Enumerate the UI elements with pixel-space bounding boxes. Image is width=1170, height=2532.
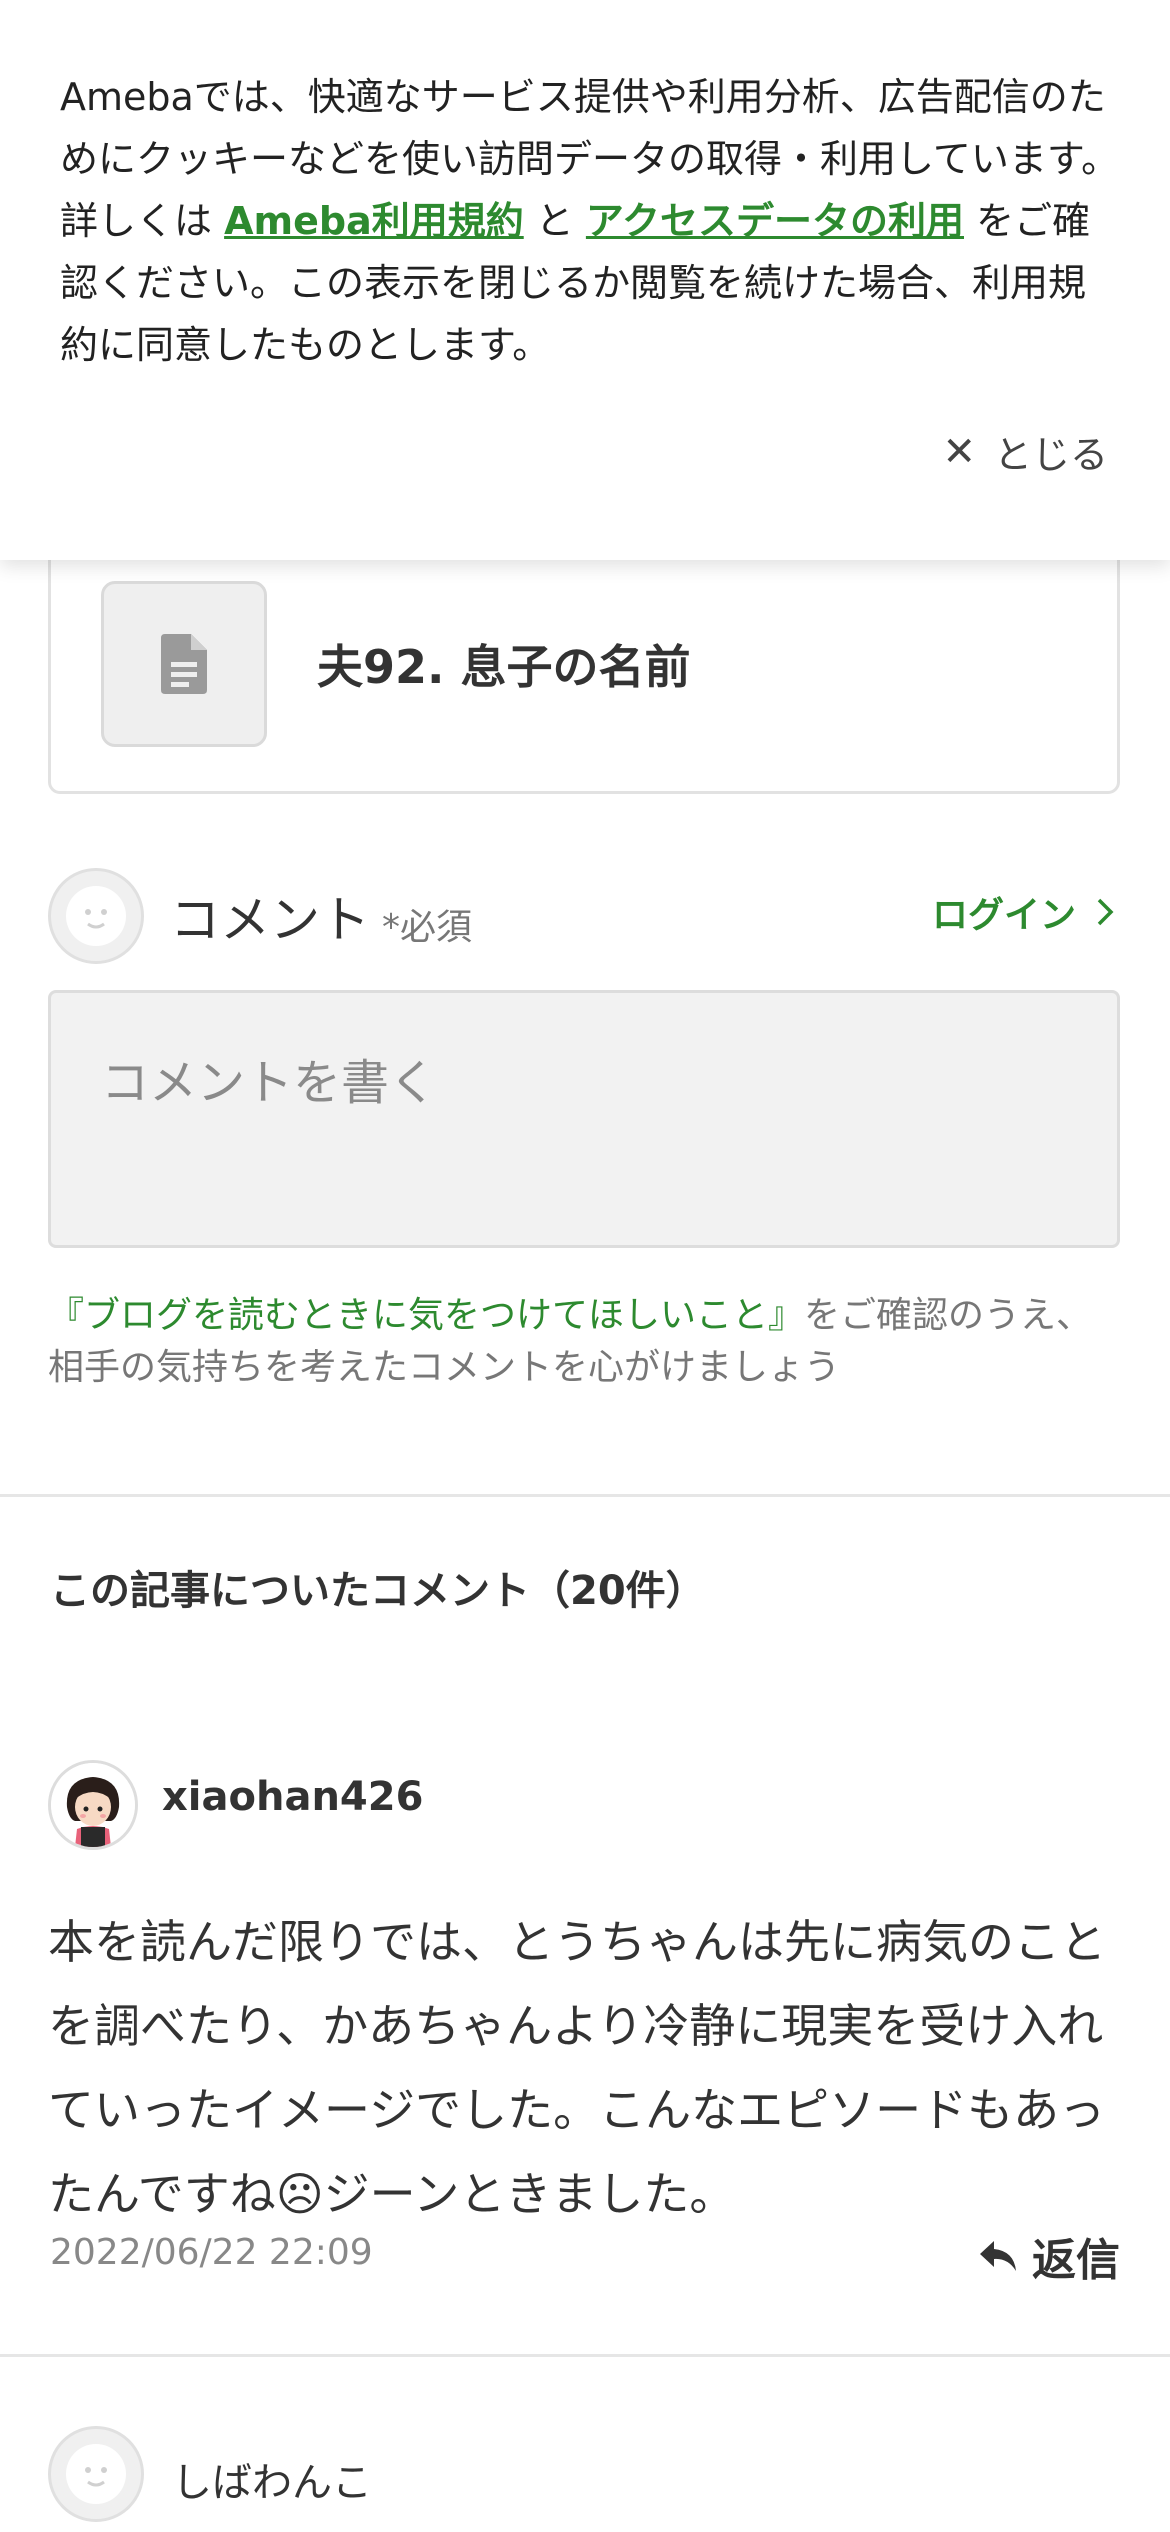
comment-input[interactable]	[48, 990, 1120, 1248]
page: Amebaでは、快適なサービス提供や利用分析、広告配信のためにクッキーなどを使い…	[0, 0, 1170, 2532]
access-data-link[interactable]: アクセスデータの利用	[586, 199, 964, 243]
close-banner-button[interactable]: ✕ とじる	[942, 424, 1108, 479]
default-avatar	[48, 868, 144, 964]
login-link[interactable]: ログイン	[932, 886, 1114, 938]
cookie-notice-text: Amebaでは、快適なサービス提供や利用分析、広告配信のためにクッキーなどを使い…	[60, 66, 1120, 376]
cookie-text-middle: と	[523, 199, 586, 243]
user-avatar-image	[51, 1763, 135, 1847]
user-avatar[interactable]	[48, 1760, 138, 1850]
comment-username[interactable]: xiaohan426	[162, 1774, 423, 1820]
terms-link[interactable]: Ameba利用規約	[224, 199, 524, 243]
face-icon	[66, 2444, 126, 2504]
close-icon: ✕	[942, 428, 976, 475]
reply-label: 返信	[1032, 2235, 1120, 2286]
reply-button[interactable]: 返信	[978, 2224, 1120, 2288]
chevron-right-icon	[1097, 898, 1114, 926]
comments-section-title: この記事についたコメント（20件）	[50, 1568, 706, 1614]
section-divider	[0, 1494, 1170, 1497]
related-article-title: 夫92. 息子の名前	[317, 640, 691, 694]
required-label: *必須	[382, 907, 473, 948]
reply-icon	[980, 2241, 1016, 2271]
comment-username[interactable]: しばわんこ	[172, 2450, 372, 2508]
default-avatar[interactable]	[48, 2426, 144, 2522]
cookie-banner: Amebaでは、快適なサービス提供や利用分析、広告配信のためにクッキーなどを使い…	[0, 0, 1170, 560]
comment-divider	[0, 2354, 1170, 2357]
close-label: とじる	[993, 433, 1108, 477]
comment-guideline: 『ブログを読むときに気をつけてほしいこと』をご確認のうえ、相手の気持ちを考えたコ…	[48, 1290, 1128, 1394]
comment-timestamp: 2022/06/22 22:09	[50, 2232, 373, 2273]
comment-heading: コメント	[170, 891, 370, 949]
face-icon	[66, 886, 126, 946]
comment-body: 本を読んだ限りでは、とうちゃんは先に病気のことを調べたり、かあちゃんより冷静に現…	[48, 1915, 1106, 2221]
guideline-link[interactable]: 『ブログを読むときに気をつけてほしいこと』	[48, 1295, 804, 1336]
document-icon	[161, 634, 207, 694]
login-label: ログイン	[931, 895, 1076, 936]
article-thumbnail	[101, 581, 267, 747]
